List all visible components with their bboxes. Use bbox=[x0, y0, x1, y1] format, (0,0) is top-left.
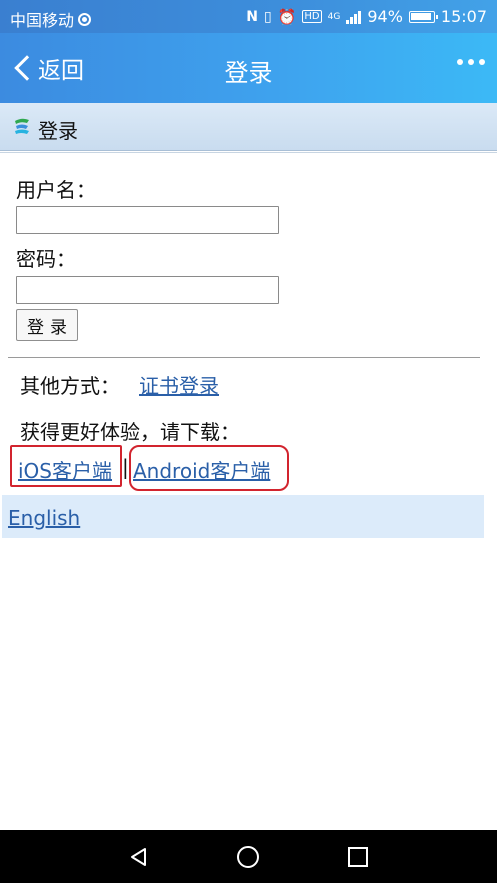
form-divider bbox=[8, 357, 480, 358]
page-title: 登录 bbox=[224, 59, 273, 87]
app-logo-icon bbox=[15, 118, 29, 134]
battery-icon bbox=[408, 10, 438, 23]
section-header: 登录 bbox=[0, 103, 497, 151]
status-bar: 中国移动 N ▯ ⏰ HD 4G 94% 15:07 bbox=[0, 0, 497, 33]
nav-home-icon[interactable] bbox=[237, 846, 259, 868]
section-title: 登录 bbox=[38, 119, 78, 143]
nav-back-icon[interactable] bbox=[128, 846, 150, 868]
battery-percent: 94% bbox=[367, 7, 403, 26]
system-nav-bar bbox=[0, 830, 497, 883]
title-bar: 返回 登录 bbox=[0, 33, 497, 103]
login-button[interactable]: 登录 bbox=[16, 309, 78, 341]
nfc-icon: N bbox=[246, 8, 258, 25]
download-label: 获得更好体验，请下载： bbox=[20, 420, 240, 444]
signal-icon bbox=[346, 10, 362, 24]
status-right: N ▯ ⏰ HD 4G 94% 15:07 bbox=[246, 7, 487, 26]
carrier-name: 中国移动 bbox=[10, 11, 75, 30]
status-left: 中国移动 bbox=[10, 7, 92, 31]
password-label: 密码： bbox=[16, 247, 76, 271]
username-label: 用户名： bbox=[16, 178, 96, 202]
dot-icon bbox=[479, 59, 485, 65]
network-type: 4G bbox=[327, 11, 341, 22]
other-methods-label: 其他方式： bbox=[20, 374, 120, 398]
android-client-link[interactable]: Android客户端 bbox=[133, 455, 270, 484]
link-separator: | bbox=[122, 455, 129, 479]
username-input[interactable] bbox=[16, 206, 279, 234]
sync-icon bbox=[78, 12, 92, 26]
more-options-button[interactable] bbox=[457, 59, 485, 65]
alarm-icon: ⏰ bbox=[277, 7, 297, 26]
hd-icon: HD bbox=[302, 10, 322, 23]
certificate-login-link[interactable]: 证书登录 bbox=[139, 370, 219, 399]
nav-recent-apps-icon[interactable] bbox=[348, 847, 368, 867]
dot-icon bbox=[468, 59, 474, 65]
clock: 15:07 bbox=[440, 7, 487, 26]
vibrate-icon: ▯ bbox=[263, 8, 272, 25]
password-input[interactable] bbox=[16, 276, 279, 304]
section-divider bbox=[0, 152, 497, 153]
english-link[interactable]: English bbox=[8, 506, 80, 530]
ios-client-link[interactable]: iOS客户端 bbox=[18, 455, 112, 484]
dot-icon bbox=[457, 59, 463, 65]
